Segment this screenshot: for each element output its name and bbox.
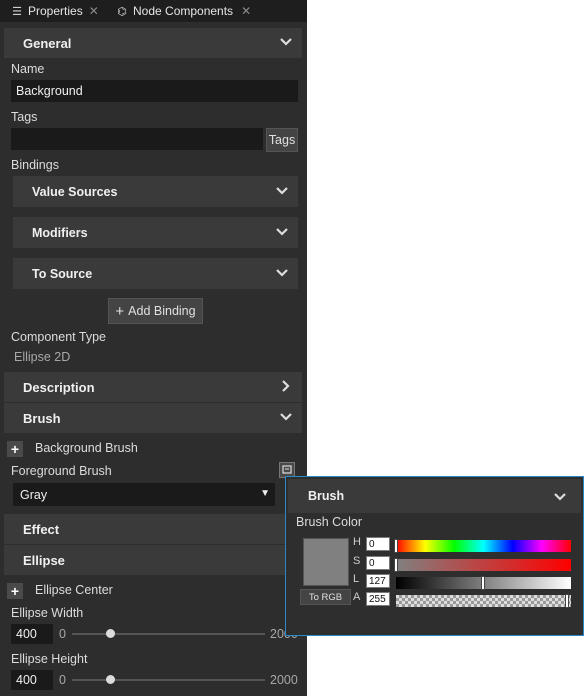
section-general-title: General — [23, 35, 72, 51]
ellipse-center-label: Ellipse Center — [35, 583, 113, 597]
hue-slider-marker[interactable] — [394, 539, 398, 553]
component-type-value: Ellipse 2D — [14, 350, 71, 364]
properties-panel: ☰ Properties ✕ ⌬ Node Components ✕ Gener… — [0, 0, 307, 696]
section-description-header[interactable]: Description — [4, 372, 302, 402]
list-icon: ☰ — [12, 5, 22, 18]
section-effect-title: Effect — [23, 521, 60, 537]
lightness-input[interactable]: 127 — [366, 574, 390, 588]
tab-node-components[interactable]: ⌬ Node Components ✕ — [115, 0, 251, 22]
binding-group-title: To Source — [32, 266, 93, 281]
component-type-label: Component Type — [11, 330, 106, 344]
binding-group-modifiers[interactable]: Modifiers — [13, 217, 298, 248]
tab-bar: ☰ Properties ✕ ⌬ Node Components ✕ — [0, 0, 307, 22]
tab-properties-label: Properties — [28, 4, 83, 18]
add-ellipse-center-button[interactable]: + — [7, 583, 23, 599]
chevron-down-icon — [276, 228, 288, 236]
foreground-brush-value: Gray — [20, 487, 48, 502]
alpha-slider-marker[interactable] — [565, 594, 569, 608]
section-brush-header[interactable]: Brush — [4, 403, 302, 433]
ellipse-height-label: Ellipse Height — [11, 652, 88, 666]
brush-popup-header[interactable]: Brush — [288, 479, 581, 513]
brush-popup: Brush Brush Color To RGB H 0 S 0 L 127 A… — [285, 476, 584, 636]
hue-channel-label: H — [353, 536, 361, 548]
ellipse-width-min: 0 — [59, 627, 66, 641]
ellipse-width-slider-handle[interactable] — [106, 629, 115, 638]
ellipse-height-min: 0 — [59, 673, 66, 687]
binding-group-title: Modifiers — [32, 225, 88, 240]
binding-group-value-sources[interactable]: Value Sources — [13, 176, 298, 207]
close-icon[interactable]: ✕ — [241, 4, 251, 18]
tags-label: Tags — [11, 110, 38, 124]
close-icon[interactable]: ✕ — [89, 4, 99, 18]
brush-popup-title: Brush — [308, 489, 345, 503]
tab-node-components-label: Node Components — [133, 4, 234, 18]
saturation-slider-marker[interactable] — [394, 558, 398, 572]
name-field[interactable]: Background — [11, 80, 298, 102]
bindings-label: Bindings — [11, 158, 59, 172]
lightness-slider-marker[interactable] — [481, 576, 485, 590]
ellipse-width-label: Ellipse Width — [11, 606, 84, 620]
add-background-brush-button[interactable]: + — [7, 441, 23, 457]
to-rgb-button[interactable]: To RGB — [300, 589, 351, 605]
plus-icon: + — [115, 302, 125, 320]
section-ellipse-header[interactable]: Ellipse — [4, 545, 302, 575]
components-icon: ⌬ — [117, 5, 127, 18]
brush-color-label: Brush Color — [296, 515, 362, 529]
foreground-brush-select[interactable]: Gray ▼ — [13, 483, 275, 506]
binding-group-title: Value Sources — [32, 184, 118, 199]
section-effect-header[interactable]: Effect — [4, 514, 302, 544]
alpha-input[interactable]: 255 — [366, 592, 390, 606]
ellipse-height-slider[interactable] — [72, 679, 265, 681]
ellipse-width-slider[interactable] — [72, 633, 265, 635]
alpha-slider[interactable] — [396, 595, 571, 607]
chevron-down-icon — [276, 269, 288, 277]
saturation-slider[interactable] — [396, 559, 571, 571]
lightness-channel-label: L — [353, 573, 360, 585]
section-general-header[interactable]: General — [4, 28, 302, 58]
chevron-down-icon — [280, 38, 292, 46]
tags-field[interactable] — [11, 128, 263, 150]
add-binding-button[interactable]: + Add Binding — [108, 298, 203, 324]
chevron-down-icon — [280, 413, 292, 421]
tab-properties[interactable]: ☰ Properties ✕ — [10, 0, 99, 22]
section-ellipse-title: Ellipse — [23, 552, 65, 568]
hue-slider[interactable] — [396, 540, 571, 552]
ellipse-height-input[interactable]: 400 — [11, 670, 53, 690]
tags-button[interactable]: Tags — [266, 128, 298, 152]
binding-group-to-source[interactable]: To Source — [13, 258, 298, 289]
saturation-channel-label: S — [353, 555, 361, 567]
saturation-input[interactable]: 0 — [366, 556, 390, 570]
section-description-title: Description — [23, 379, 95, 395]
chevron-down-icon — [276, 187, 288, 195]
section-brush-title: Brush — [23, 410, 61, 426]
chevron-down-icon — [554, 493, 566, 501]
foreground-brush-label: Foreground Brush — [11, 464, 112, 478]
color-swatch[interactable] — [303, 538, 349, 586]
add-binding-label: Add Binding — [128, 304, 196, 318]
name-label: Name — [11, 62, 45, 76]
dropdown-arrow-icon: ▼ — [260, 488, 270, 499]
background-brush-label: Background Brush — [35, 441, 138, 455]
ellipse-height-max: 2000 — [270, 673, 298, 687]
ellipse-width-input[interactable]: 400 — [11, 624, 53, 644]
chevron-right-icon — [282, 380, 290, 392]
hue-input[interactable]: 0 — [366, 537, 390, 551]
ellipse-height-slider-handle[interactable] — [106, 675, 115, 684]
alpha-channel-label: A — [353, 591, 361, 603]
